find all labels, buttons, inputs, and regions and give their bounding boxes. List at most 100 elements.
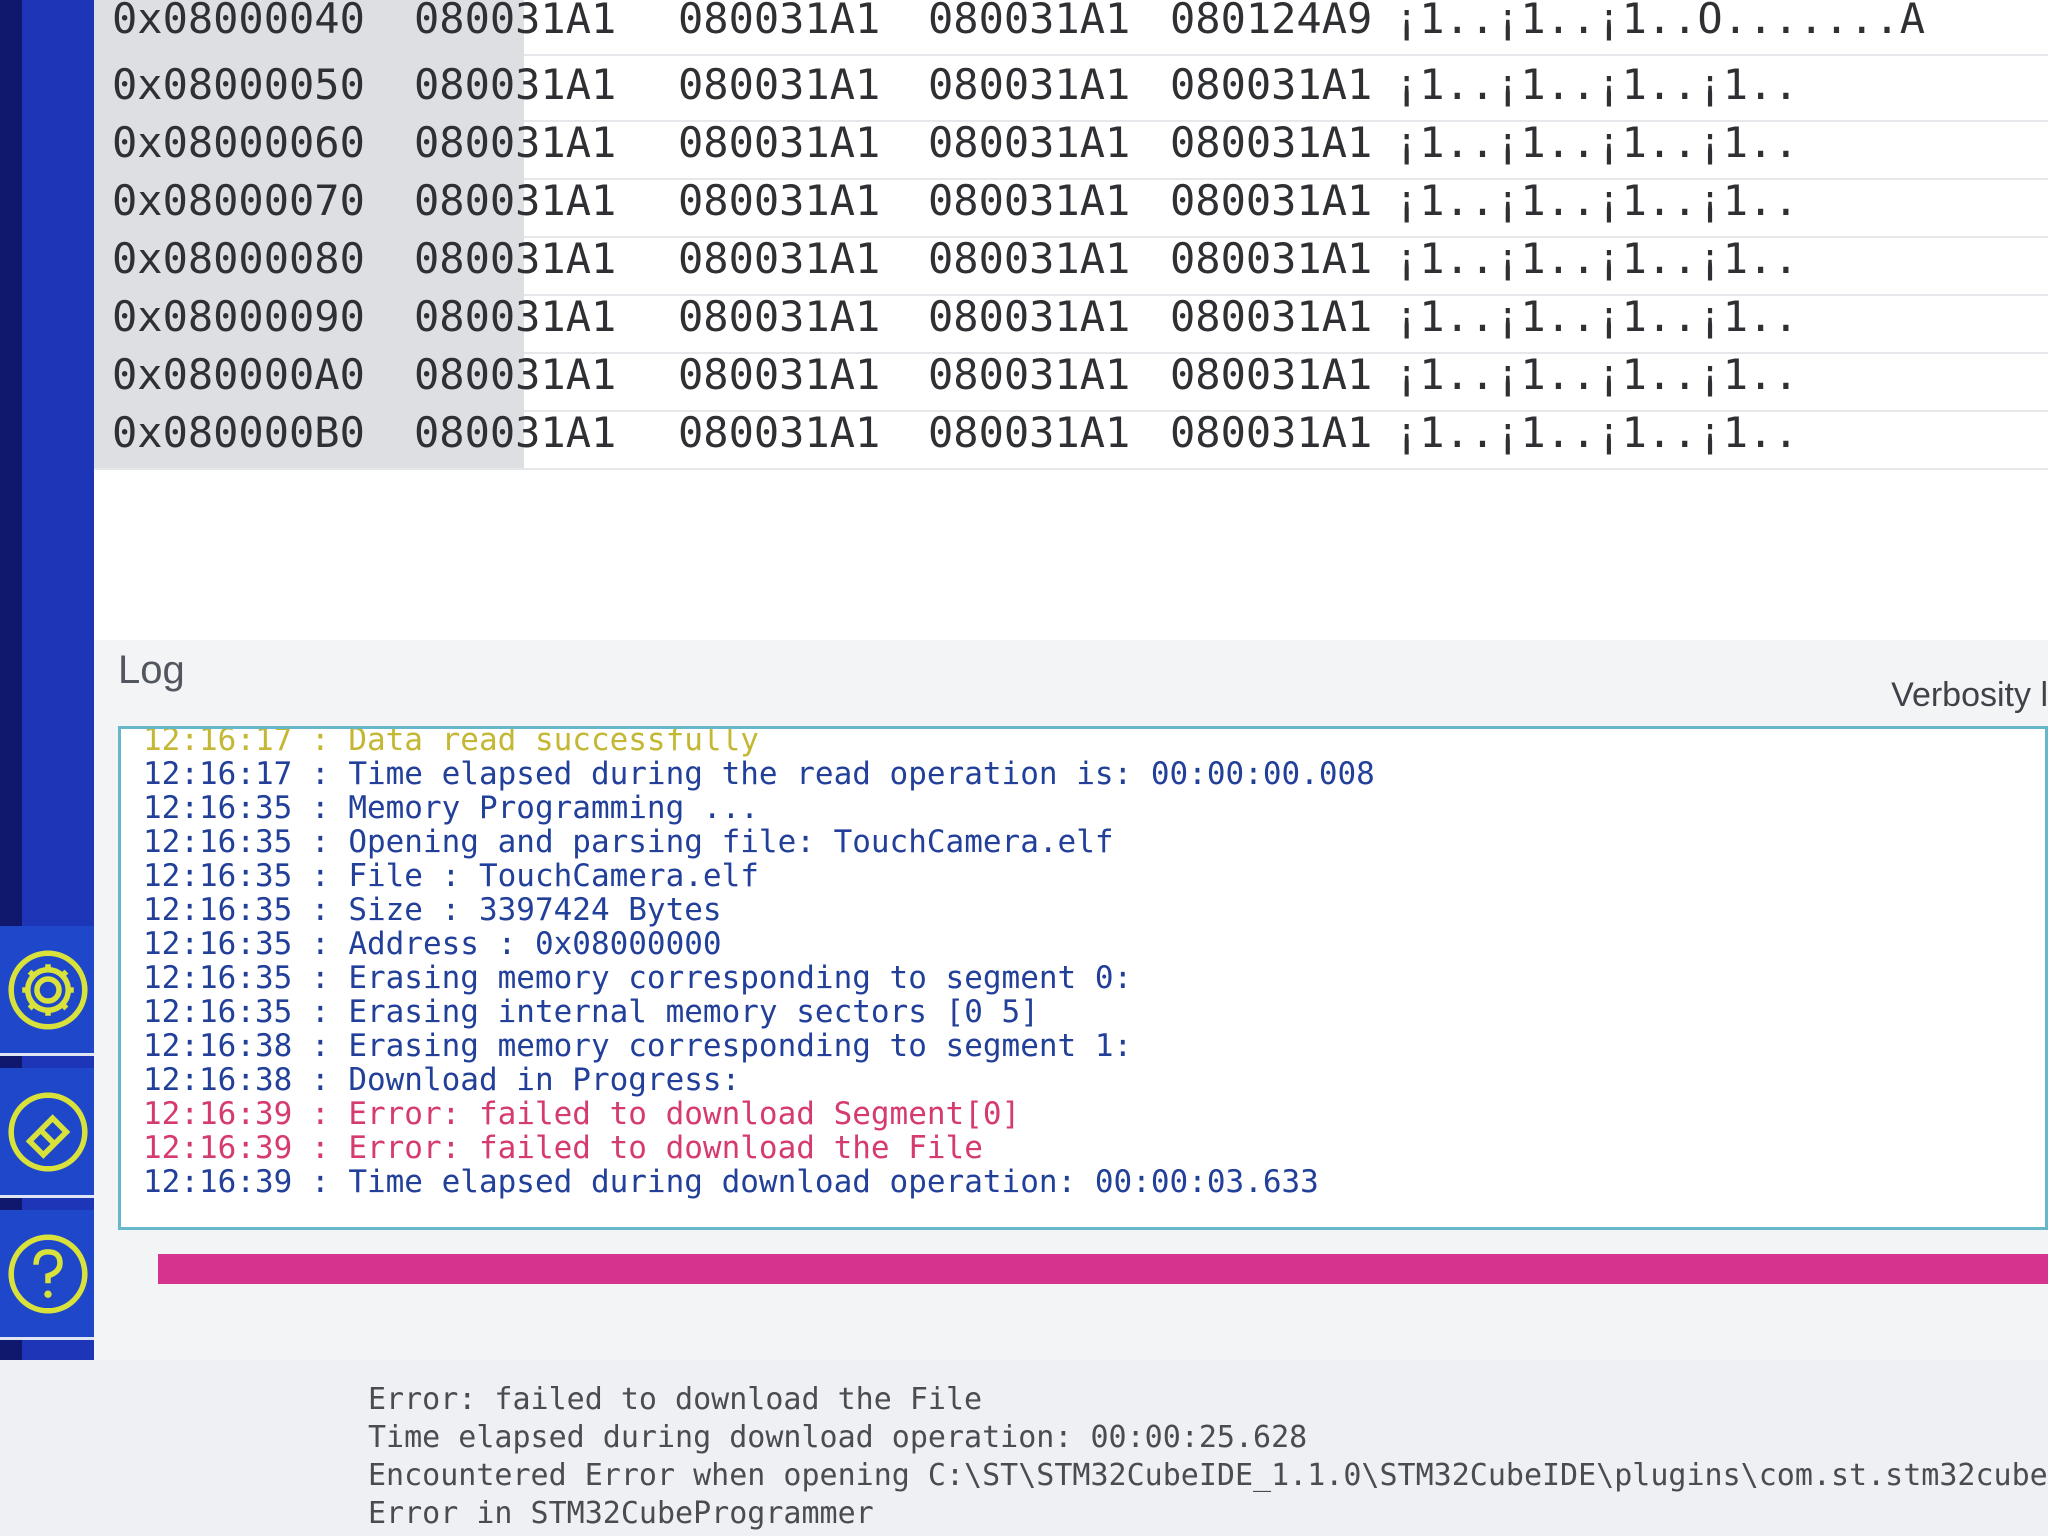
log-timestamp: 12:16:35 bbox=[143, 858, 293, 894]
data-word-cell: 080031A1 bbox=[678, 350, 881, 399]
data-word-cell: 080031A1 bbox=[928, 0, 1131, 43]
ascii-cell: ¡1..¡1..¡1..¡1.. bbox=[1394, 408, 1799, 457]
log-separator: : bbox=[292, 1028, 349, 1064]
log-separator: : bbox=[292, 756, 349, 792]
log-timestamp: 12:16:39 bbox=[143, 1164, 293, 1200]
data-word-cell: 080031A1 bbox=[1170, 176, 1373, 225]
log-message: Erasing internal memory sectors [0 5] bbox=[348, 994, 1039, 1030]
log-message: Time elapsed during the read operation i… bbox=[348, 756, 1375, 792]
data-word-cell: 080031A1 bbox=[1170, 234, 1373, 283]
data-word-cell: 080031A1 bbox=[414, 176, 617, 225]
data-word-cell: 080031A1 bbox=[414, 350, 617, 399]
log-message: Download in Progress: bbox=[348, 1062, 741, 1098]
ascii-cell: ¡1..¡1..¡1..¡1.. bbox=[1394, 292, 1799, 341]
data-word-cell: 080031A1 bbox=[928, 118, 1131, 167]
log-line: 12:16:35 : Address : 0x08000000 bbox=[143, 927, 722, 961]
log-line: 12:16:38 : Erasing memory corresponding … bbox=[143, 1029, 1132, 1063]
log-message: File : TouchCamera.elf bbox=[348, 858, 759, 894]
ascii-cell: ¡1..¡1..¡1..¡1.. bbox=[1394, 118, 1799, 167]
log-separator: : bbox=[292, 1096, 349, 1132]
log-timestamp: 12:16:35 bbox=[143, 824, 293, 860]
log-timestamp: 12:16:17 bbox=[143, 756, 293, 792]
ascii-cell: ¡1..¡1..¡1..¡1.. bbox=[1394, 350, 1799, 399]
log-console[interactable]: 12:16:17 : Data read successfully 12:16:1… bbox=[118, 726, 2048, 1230]
data-word-cell: 080031A1 bbox=[1170, 350, 1373, 399]
log-separator: : bbox=[292, 858, 349, 894]
log-timestamp: 12:16:35 bbox=[143, 926, 293, 962]
log-separator: : bbox=[292, 892, 349, 928]
log-title: Log bbox=[118, 648, 185, 692]
address-text: 0x080000B0 bbox=[112, 408, 365, 457]
data-word-cell: 080031A1 bbox=[414, 408, 617, 457]
log-timestamp: 12:16:17 bbox=[143, 726, 293, 758]
data-word-cell: 080031A1 bbox=[414, 60, 617, 109]
data-word-cell: 080031A1 bbox=[414, 234, 617, 283]
log-line: 12:16:35 : Opening and parsing file: Tou… bbox=[143, 825, 1114, 859]
ascii-cell: ¡1..¡1..¡1..Ó.......A bbox=[1394, 0, 1926, 43]
data-word-cell: 080031A1 bbox=[928, 176, 1131, 225]
data-word-cell: 080031A1 bbox=[678, 408, 881, 457]
main-panel: 0x08000040 080031A1 080031A1 080031A1 080124… bbox=[94, 0, 2048, 1360]
log-message: Error: failed to download Segment[0] bbox=[348, 1096, 1021, 1132]
data-word-cell: 080124A9 bbox=[1170, 0, 1373, 43]
data-word-cell: 080031A1 bbox=[414, 0, 617, 43]
log-line: 12:16:38 : Download in Progress: bbox=[143, 1063, 740, 1097]
log-line: 12:16:35 : File : TouchCamera.elf bbox=[143, 859, 759, 893]
log-timestamp: 12:16:35 bbox=[143, 960, 293, 996]
help-icon bbox=[8, 1234, 88, 1314]
log-message: Opening and parsing file: TouchCamera.el… bbox=[348, 824, 1114, 860]
log-separator: : bbox=[292, 1130, 349, 1166]
log-line: 12:16:17 : Time elapsed during the read … bbox=[143, 757, 1375, 791]
data-word-cell: 080031A1 bbox=[1170, 408, 1373, 457]
ascii-cell: ¡1..¡1..¡1..¡1.. bbox=[1394, 60, 1799, 109]
data-word-cell: 080031A1 bbox=[678, 234, 881, 283]
gear-icon bbox=[8, 950, 88, 1030]
ide-console-output[interactable]: Error: failed to download the File Time e… bbox=[0, 1360, 2048, 1536]
log-separator: : bbox=[292, 824, 349, 860]
log-message: Erasing memory corresponding to segment … bbox=[348, 1028, 1133, 1064]
data-word-cell: 080031A1 bbox=[928, 292, 1131, 341]
address-text: 0x08000070 bbox=[112, 176, 365, 225]
address-text: 0x08000060 bbox=[112, 118, 365, 167]
data-word-cell: 080031A1 bbox=[1170, 292, 1373, 341]
log-timestamp: 12:16:39 bbox=[143, 1096, 293, 1132]
data-word-cell: 080031A1 bbox=[678, 60, 881, 109]
log-timestamp: 12:16:38 bbox=[143, 1028, 293, 1064]
progress-bar-fill bbox=[158, 1254, 2048, 1284]
address-text: 0x08000040 bbox=[112, 0, 365, 43]
console-line: Error: failed to download the File bbox=[368, 1382, 983, 1417]
log-message: Time elapsed during download operation: … bbox=[348, 1164, 1319, 1200]
log-line: 12:16:17 : Data read successfully bbox=[143, 726, 759, 758]
console-line: Time elapsed during download operation: … bbox=[368, 1420, 1308, 1455]
data-word-cell: 080031A1 bbox=[414, 118, 617, 167]
log-separator: : bbox=[292, 1164, 349, 1200]
log-separator: : bbox=[292, 790, 349, 826]
log-timestamp: 12:16:35 bbox=[143, 790, 293, 826]
address-text: 0x08000050 bbox=[112, 60, 365, 109]
log-message: Memory Programming ... bbox=[348, 790, 759, 826]
verbosity-label: Verbosity l bbox=[1891, 676, 2048, 714]
log-timestamp: 12:16:39 bbox=[143, 1130, 293, 1166]
console-line: Error in STM32CubeProgrammer bbox=[368, 1496, 874, 1531]
memory-table[interactable]: 0x08000040 080031A1 080031A1 080031A1 080124… bbox=[94, 0, 2048, 640]
ascii-cell: ¡1..¡1..¡1..¡1.. bbox=[1394, 234, 1799, 283]
data-word-cell: 080031A1 bbox=[678, 118, 881, 167]
table-row[interactable]: 0x080000B0 080031A1 080031A1 080031A1 080031… bbox=[94, 394, 2048, 470]
log-line: 12:16:35 : Erasing memory corresponding … bbox=[143, 961, 1132, 995]
data-word-cell: 080031A1 bbox=[678, 176, 881, 225]
data-word-cell: 080031A1 bbox=[678, 292, 881, 341]
data-word-cell: 080031A1 bbox=[928, 350, 1131, 399]
ascii-cell: ¡1..¡1..¡1..¡1.. bbox=[1394, 176, 1799, 225]
data-word-cell: 080031A1 bbox=[1170, 118, 1373, 167]
data-word-cell: 080031A1 bbox=[678, 0, 881, 43]
log-line: 12:16:35 : Size : 3397424 Bytes bbox=[143, 893, 722, 927]
address-text: 0x080000A0 bbox=[112, 350, 365, 399]
log-separator: : bbox=[292, 726, 349, 758]
address-text: 0x08000090 bbox=[112, 292, 365, 341]
log-line: 12:16:39 : Error: failed to download the… bbox=[143, 1131, 983, 1165]
log-line: 12:16:35 : Memory Programming ... bbox=[143, 791, 759, 825]
log-message: Data read successfully bbox=[348, 726, 759, 758]
eraser-icon bbox=[8, 1092, 88, 1172]
log-separator: : bbox=[292, 926, 349, 962]
log-message: Erasing memory corresponding to segment … bbox=[348, 960, 1133, 996]
